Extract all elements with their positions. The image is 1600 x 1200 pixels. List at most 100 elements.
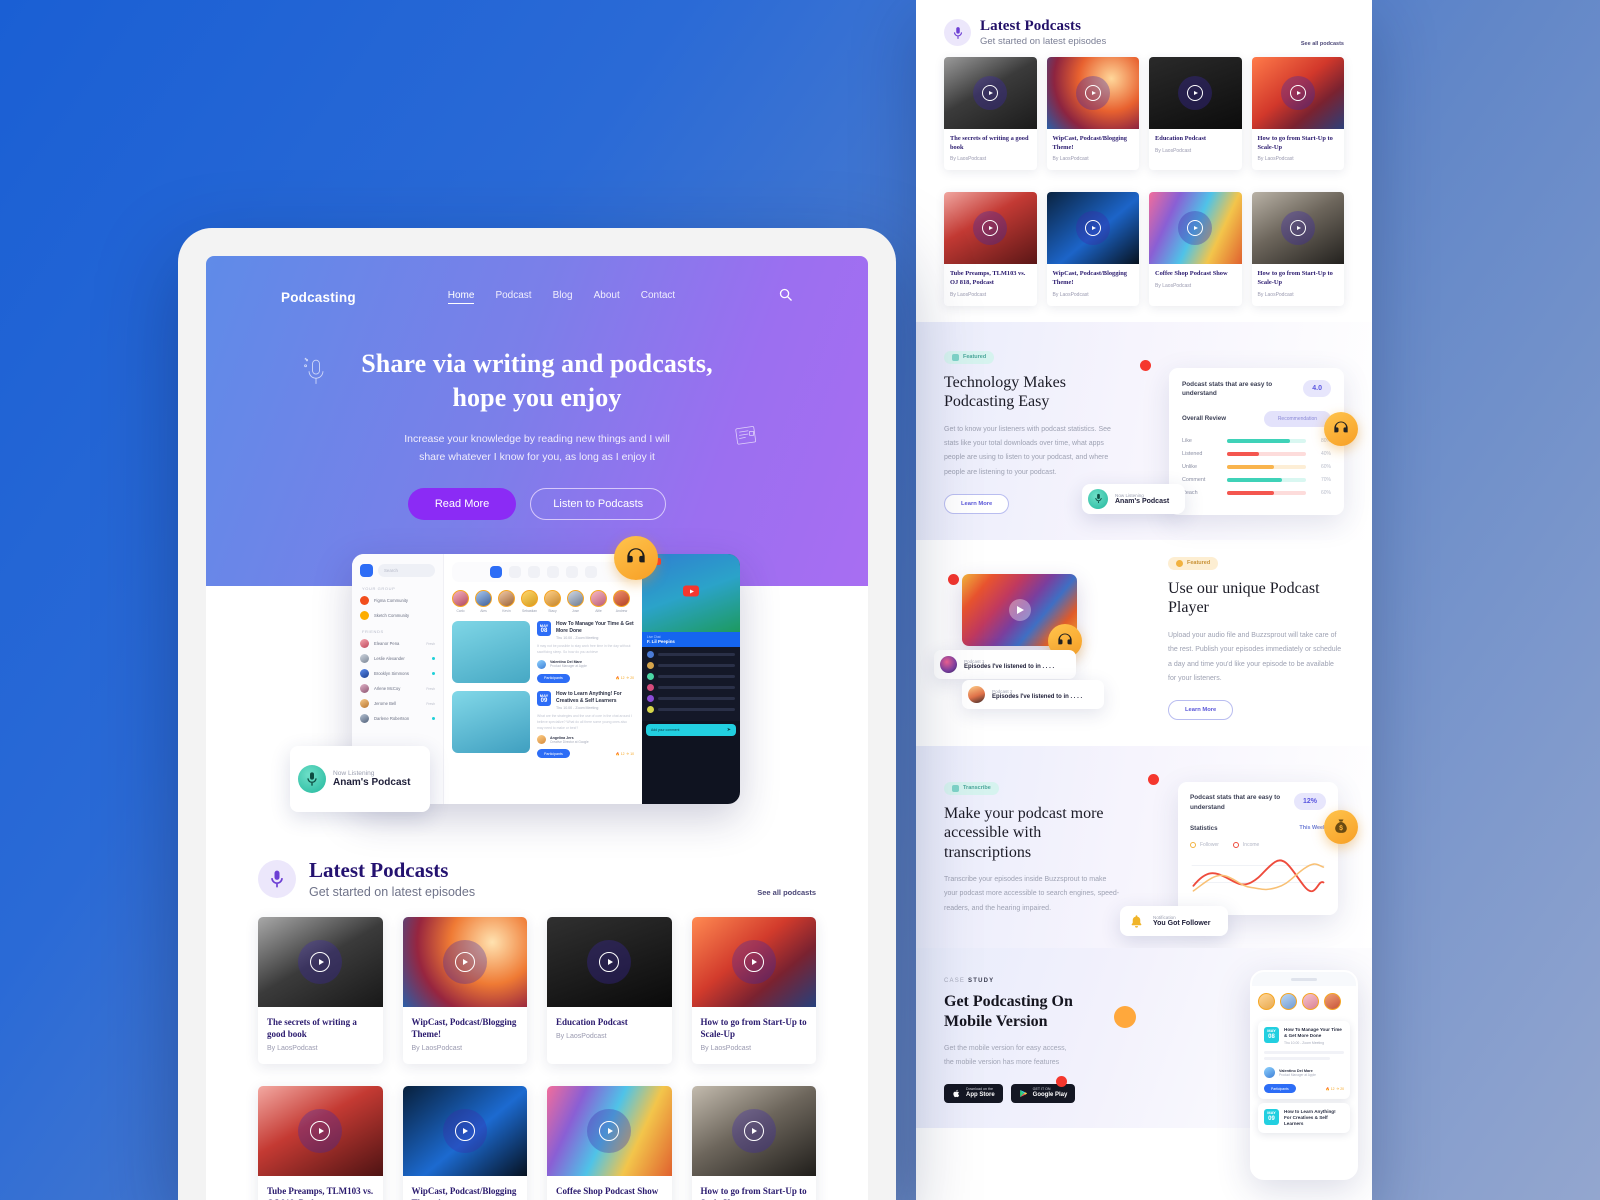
story-item[interactable]: Sebastian <box>521 590 538 613</box>
google-play-large: Google Play <box>1032 1091 1068 1098</box>
podcast-card[interactable]: The secrets of writing a good book By La… <box>258 917 383 1065</box>
group-item[interactable]: Sketch Community <box>360 611 435 620</box>
friend-item[interactable]: Eleanor Pena Fresh <box>360 639 435 648</box>
podcast-title: How to go from Start-Up to Scale-Up <box>1257 270 1333 286</box>
see-all-podcasts-link[interactable]: See all podcasts <box>757 888 816 897</box>
avatar[interactable] <box>1324 993 1341 1011</box>
participants-button[interactable]: Participants <box>537 749 570 759</box>
chat-input[interactable]: Add your comment <box>651 728 679 732</box>
friend-item[interactable]: Jerome Bell Fresh <box>360 699 435 708</box>
dashboard-main: Carlo Ales Kevin Sebastian Stacy Jose Al… <box>444 554 642 804</box>
learn-more-button[interactable]: Learn More <box>944 493 1010 514</box>
story-item[interactable]: Carlo <box>452 590 469 613</box>
podcast-thumbnail <box>547 1086 672 1177</box>
phone-post-title: How To Manage Your Time & Get More Done <box>1284 1027 1342 1039</box>
feature-player-heading: Use our unique Podcast Player <box>1168 579 1320 617</box>
nav-item-about[interactable]: About <box>594 290 620 304</box>
play-icon[interactable] <box>1084 220 1101 237</box>
stats-card-header: Podcast stats that are easy to understan… <box>1190 793 1326 812</box>
play-icon[interactable] <box>599 952 620 972</box>
search-icon[interactable] <box>778 287 793 307</box>
tab-clock[interactable] <box>546 566 559 578</box>
podcast-author: By LaosPodcast <box>1155 147 1192 154</box>
story-item[interactable]: Kevin <box>498 590 515 613</box>
play-icon[interactable] <box>454 1121 475 1142</box>
listen-to-podcasts-button[interactable]: Listen to Podcasts <box>530 488 667 521</box>
podcast-card[interactable]: Tube Preamps, TLM103 vs. OJ 818, Podcast <box>258 1086 383 1200</box>
avatar[interactable] <box>1302 993 1319 1011</box>
feature-transcription-text: Transcribe Make your podcast more access… <box>944 779 1120 917</box>
play-icon[interactable] <box>1008 599 1031 622</box>
see-all-podcasts-link[interactable]: See all podcasts <box>1301 41 1344 47</box>
podcast-card[interactable]: Coffee Shop Podcast Show By LaosPodcast <box>1149 192 1242 306</box>
tab-messages[interactable] <box>527 566 540 578</box>
story-item[interactable]: Andrew <box>613 590 630 613</box>
brand-logo[interactable]: Podcasting <box>281 290 356 305</box>
story-item[interactable]: Ales <box>475 590 492 613</box>
play-icon[interactable] <box>310 952 331 972</box>
featured-badge: Featured <box>1168 556 1219 570</box>
play-icon[interactable] <box>982 85 999 101</box>
podcast-card[interactable]: WipCast, Podcast/Blogging Theme! By Laos… <box>402 917 527 1065</box>
tab-home[interactable] <box>489 566 502 578</box>
group-item[interactable]: Figma Community <box>360 596 435 605</box>
range-selector[interactable]: This Week <box>1299 825 1326 831</box>
friend-item[interactable]: Darlene Robertson <box>360 714 435 723</box>
play-icon[interactable] <box>1187 85 1204 101</box>
tab-trending[interactable] <box>508 566 521 578</box>
dashboard-search-input[interactable]: Search <box>378 564 435 577</box>
podcast-card[interactable]: How to go from Start-Up to Scale-Up By L… <box>1251 57 1344 171</box>
recommendation-chip[interactable]: Recommendation <box>1263 410 1331 427</box>
story-item[interactable]: Jose <box>567 590 584 613</box>
podcast-card[interactable]: How to go from Start-Up to Scale-Up <box>691 1086 816 1200</box>
avatar[interactable] <box>1258 993 1275 1011</box>
avatar <box>537 735 546 745</box>
friend-item[interactable]: Leslie Alexander <box>360 654 435 663</box>
episode-item[interactable]: Podcast 2 Episodes I've listened to in .… <box>962 680 1105 710</box>
play-icon[interactable] <box>743 1121 764 1142</box>
podcast-card[interactable]: Coffee Shop Podcast Show <box>547 1086 672 1200</box>
play-icon[interactable] <box>1084 85 1101 101</box>
podcast-card[interactable]: WipCast, Podcast/Blogging Theme! By Laos… <box>1046 57 1139 171</box>
friend-item[interactable]: Arlene McCoy Fresh <box>360 684 435 693</box>
avatar[interactable] <box>1280 993 1297 1011</box>
podcast-card[interactable]: How to go from Start-Up to Scale-Up By L… <box>1251 192 1344 306</box>
nav-item-podcast[interactable]: Podcast <box>495 290 531 304</box>
play-icon[interactable] <box>1187 220 1204 237</box>
nav-item-home[interactable]: Home <box>447 290 475 304</box>
play-icon[interactable] <box>1289 85 1306 101</box>
podcast-grid-row-2: Tube Preamps, TLM103 vs. OJ 818, Podcast… <box>916 182 1372 306</box>
podcast-thumbnail <box>1149 192 1242 265</box>
podcast-card[interactable]: The secrets of writing a good book By La… <box>944 57 1037 171</box>
friend-item[interactable]: Brooklyn Simmons <box>360 669 435 678</box>
episode-item[interactable]: Podcast 1 Episodes I've listened to in .… <box>934 650 1077 680</box>
play-icon[interactable] <box>310 1121 331 1142</box>
podcast-author: By LaosPodcast <box>700 1045 752 1053</box>
story-item[interactable]: Stacy <box>544 590 561 613</box>
participants-button[interactable]: Participants <box>1264 1084 1296 1094</box>
podcast-card[interactable]: Education Podcast By LaosPodcast <box>547 917 672 1065</box>
play-icon[interactable] <box>599 1121 620 1142</box>
feature-player-section: Podcast 1 Episodes I've listened to in .… <box>916 540 1372 746</box>
podcast-grid-row-1: The secrets of writing a good book By La… <box>916 47 1372 171</box>
app-store-button[interactable]: Download on the App Store <box>944 1084 1003 1103</box>
podcast-card[interactable]: Tube Preamps, TLM103 vs. OJ 818, Podcast… <box>944 192 1037 306</box>
learn-more-button[interactable]: Learn More <box>1168 700 1234 721</box>
tab-flag[interactable] <box>565 566 578 578</box>
read-more-button[interactable]: Read More <box>407 488 517 521</box>
tab-settings[interactable] <box>584 566 597 578</box>
podcast-card[interactable]: How to go from Start-Up to Scale-Up By L… <box>691 917 816 1065</box>
podcast-card[interactable]: WipCast, Podcast/Blogging Theme! By Laos… <box>1046 192 1139 306</box>
nav-item-contact[interactable]: Contact <box>641 290 675 304</box>
google-play-button[interactable]: GET IT ON Google Play <box>1010 1084 1076 1103</box>
play-icon[interactable] <box>982 220 999 237</box>
podcast-card[interactable]: WipCast, Podcast/Blogging Theme! <box>402 1086 527 1200</box>
post-author-role: Product Manager at Apple <box>550 664 587 669</box>
play-icon[interactable] <box>1289 220 1306 237</box>
podcast-card[interactable]: Education Podcast By LaosPodcast <box>1149 57 1242 171</box>
play-icon[interactable] <box>454 952 475 972</box>
story-item[interactable]: Alfie <box>590 590 607 613</box>
play-icon[interactable] <box>743 952 764 972</box>
participants-button[interactable]: Participants <box>537 673 570 683</box>
nav-item-blog[interactable]: Blog <box>553 290 573 304</box>
